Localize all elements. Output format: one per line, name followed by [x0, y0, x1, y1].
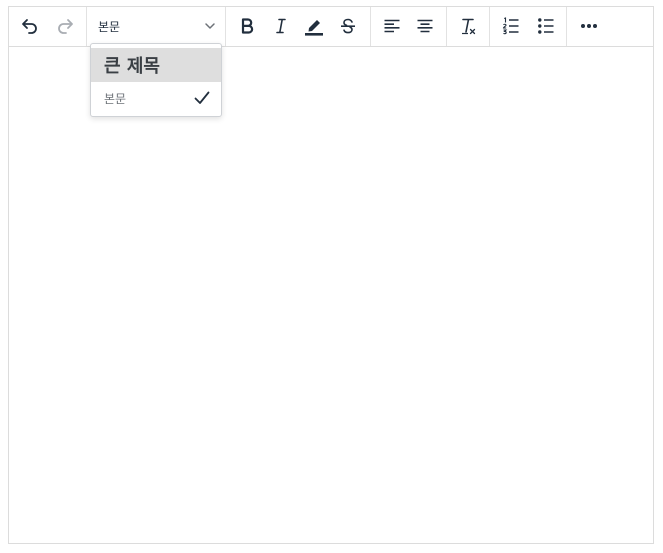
highlight-button[interactable] — [299, 11, 329, 41]
bold-button[interactable] — [232, 11, 262, 41]
undo-icon — [22, 19, 37, 34]
strikethrough-button[interactable] — [333, 11, 363, 41]
align-left-button[interactable] — [377, 11, 407, 41]
menu-item-label: 본문 — [104, 91, 127, 106]
align-center-icon — [417, 19, 433, 33]
block-format-value: 본문 — [98, 19, 121, 34]
align-center-button[interactable] — [410, 11, 440, 41]
toolbar-separator — [489, 7, 490, 46]
strikethrough-icon — [341, 18, 355, 34]
numbered-list-icon — [502, 17, 519, 35]
clear-formatting-button[interactable] — [453, 11, 483, 41]
numbered-list-button[interactable] — [496, 11, 526, 41]
toolbar-separator — [566, 7, 567, 46]
undo-button[interactable] — [15, 11, 45, 41]
redo-icon — [58, 19, 73, 34]
bullet-list-button[interactable] — [531, 11, 561, 41]
toolbar-separator — [370, 7, 371, 46]
clear-formatting-icon — [462, 18, 476, 35]
menu-item-paragraph[interactable]: 본문 — [91, 82, 221, 114]
align-left-icon — [384, 19, 400, 33]
block-format-select[interactable]: 본문 — [93, 11, 223, 41]
menu-item-label: 큰 제목 — [104, 56, 160, 77]
italic-button[interactable] — [266, 11, 296, 41]
highlighter-icon — [305, 20, 323, 36]
redo-button[interactable] — [50, 11, 80, 41]
editor-toolbar: 본문 — [9, 7, 653, 47]
chevron-down-icon — [205, 23, 215, 29]
menu-item-heading[interactable]: 큰 제목 — [91, 48, 221, 82]
italic-icon — [276, 18, 286, 34]
block-format-menu: 큰 제목 본문 — [90, 43, 222, 117]
more-button[interactable] — [574, 11, 604, 41]
toolbar-separator — [86, 7, 87, 46]
toolbar-separator — [225, 7, 226, 46]
more-icon — [581, 24, 597, 28]
bullet-list-icon — [538, 18, 554, 34]
checkmark-icon — [194, 91, 210, 104]
editor-content-area[interactable] — [9, 46, 653, 543]
bold-icon — [241, 18, 254, 34]
toolbar-separator — [446, 7, 447, 46]
